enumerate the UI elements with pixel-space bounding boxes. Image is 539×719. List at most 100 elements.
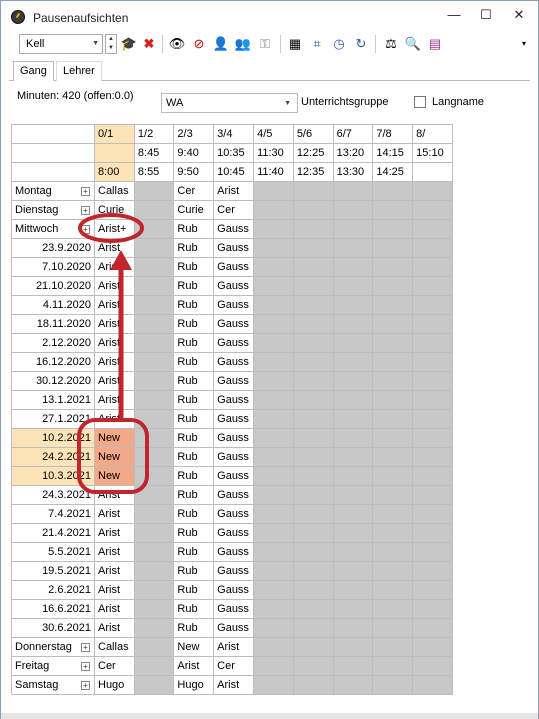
table-row[interactable]: 2.6.2021 Arist Rub Gauss [11, 580, 453, 600]
row-header-cell[interactable]: 18.11.2020 [11, 314, 95, 334]
tab-gang[interactable]: Gang [13, 61, 54, 81]
duty-cell-empty[interactable] [133, 428, 175, 448]
duty-cell-empty[interactable] [332, 485, 374, 505]
duty-cell-empty[interactable] [372, 466, 414, 486]
duty-cell-empty[interactable] [412, 580, 453, 600]
duty-cell[interactable]: Gauss [213, 599, 255, 619]
duty-cell[interactable]: Arist [94, 390, 135, 410]
duty-cell-empty[interactable] [292, 656, 334, 676]
duty-cell[interactable]: New [173, 637, 215, 657]
duty-cell-empty[interactable] [292, 466, 334, 486]
duty-cell-empty[interactable] [133, 523, 175, 543]
longname-checkbox[interactable] [414, 96, 426, 108]
table-row[interactable]: 18.11.2020 Arist Rub Gauss [11, 314, 453, 334]
duty-cell-empty[interactable] [253, 542, 294, 562]
duty-cell-empty[interactable] [133, 675, 175, 695]
duty-cell[interactable]: Rub [173, 466, 215, 486]
duty-cell[interactable]: Arist [94, 485, 135, 505]
duty-cell-empty[interactable] [292, 580, 334, 600]
expand-plus-icon[interactable]: + [81, 680, 90, 690]
duty-cell-empty[interactable] [253, 314, 294, 334]
duty-cell-empty[interactable] [292, 618, 334, 638]
row-header-cell[interactable]: 16.6.2021 [11, 599, 95, 619]
duty-cell-empty[interactable] [133, 542, 175, 562]
duty-cell-empty[interactable] [253, 295, 294, 315]
duty-cell[interactable]: Arist [94, 599, 135, 619]
duty-cell[interactable]: Arist [94, 238, 135, 258]
duty-cell-empty[interactable] [412, 656, 453, 676]
duty-cell-empty[interactable] [412, 352, 453, 372]
duty-cell-empty[interactable] [133, 333, 175, 353]
duty-cell[interactable]: Arist [94, 352, 135, 372]
duty-cell-empty[interactable] [372, 542, 414, 562]
duty-cell-empty[interactable] [412, 485, 453, 505]
duty-cell-empty[interactable] [133, 656, 175, 676]
duty-cell-empty[interactable] [332, 257, 374, 277]
duty-cell-empty[interactable] [372, 618, 414, 638]
duty-cell[interactable]: Rub [173, 447, 215, 467]
duty-cell[interactable]: Rub [173, 504, 215, 524]
expand-plus-icon[interactable]: + [81, 205, 90, 215]
duty-cell-empty[interactable] [412, 181, 453, 201]
duty-cell[interactable]: Curie [94, 200, 135, 220]
table-row[interactable]: 4.11.2020 Arist Rub Gauss [11, 295, 453, 315]
row-header-cell[interactable]: 30.6.2021 [11, 618, 95, 638]
row-header-cell[interactable]: Donnerstag + [11, 637, 95, 657]
duty-cell-empty[interactable] [133, 447, 175, 467]
duty-cell-empty[interactable] [412, 200, 453, 220]
duty-cell-empty[interactable] [133, 485, 175, 505]
duty-cell[interactable]: Arist [94, 523, 135, 543]
graduation-cap-icon[interactable]: 🎓 [119, 34, 139, 54]
duty-cell-empty[interactable] [412, 409, 453, 429]
maximize-button[interactable]: ☐ [471, 5, 501, 25]
duty-cell-empty[interactable] [372, 637, 414, 657]
duty-cell-empty[interactable] [372, 352, 414, 372]
duty-cell-empty[interactable] [372, 390, 414, 410]
row-header-cell[interactable]: 27.1.2021 [11, 409, 95, 429]
duty-cell-empty[interactable] [292, 219, 334, 239]
duty-cell[interactable]: Rub [173, 542, 215, 562]
duty-cell-empty[interactable] [412, 371, 453, 391]
duty-cell-empty[interactable] [412, 542, 453, 562]
duty-cell-empty[interactable] [253, 333, 294, 353]
duty-cell-empty[interactable] [133, 618, 175, 638]
row-header-cell[interactable]: 24.2.2021 [11, 447, 95, 467]
teacher-spinner[interactable]: ▲ ▼ [105, 34, 117, 54]
duty-cell-empty[interactable] [412, 276, 453, 296]
persons-icon[interactable]: 👥 [233, 34, 253, 54]
row-header-cell[interactable]: 21.10.2020 [11, 276, 95, 296]
duty-cell[interactable]: Cer [173, 181, 215, 201]
duty-cell-empty[interactable] [372, 219, 414, 239]
row-header-cell[interactable]: 16.12.2020 [11, 352, 95, 372]
duty-cell-empty[interactable] [332, 542, 374, 562]
duty-cell-empty[interactable] [372, 523, 414, 543]
duty-cell[interactable]: Arist [94, 504, 135, 524]
duty-cell-empty[interactable] [253, 257, 294, 277]
duty-cell-empty[interactable] [133, 561, 175, 581]
row-header-cell[interactable]: 7.10.2020 [11, 257, 95, 277]
duty-cell[interactable]: Arist [213, 675, 255, 695]
table-row[interactable]: 30.12.2020 Arist Rub Gauss [11, 371, 453, 391]
duty-cell-empty[interactable] [133, 390, 175, 410]
duty-cell-empty[interactable] [412, 504, 453, 524]
duty-cell-empty[interactable] [253, 371, 294, 391]
clock-icon[interactable]: ◷ [329, 34, 349, 54]
duty-cell-empty[interactable] [253, 428, 294, 448]
duty-cell-empty[interactable] [133, 637, 175, 657]
duty-cell-empty[interactable] [332, 428, 374, 448]
row-header-cell[interactable]: 21.4.2021 [11, 523, 95, 543]
table-row[interactable]: 27.1.2021 Arist Rub Gauss [11, 409, 453, 429]
duty-cell-empty[interactable] [133, 295, 175, 315]
row-header-cell[interactable]: Montag + [11, 181, 95, 201]
duty-cell-empty[interactable] [412, 257, 453, 277]
duty-cell-empty[interactable] [372, 333, 414, 353]
duty-cell-empty[interactable] [253, 637, 294, 657]
row-header-cell[interactable]: 7.4.2021 [11, 504, 95, 524]
duty-cell[interactable]: Rub [173, 428, 215, 448]
duty-cell-empty[interactable] [332, 504, 374, 524]
duty-cell-empty[interactable] [332, 447, 374, 467]
close-button[interactable]: ✕ [504, 5, 534, 25]
duty-cell[interactable]: Rub [173, 390, 215, 410]
duty-cell-empty[interactable] [372, 200, 414, 220]
duty-cell[interactable]: Rub [173, 580, 215, 600]
